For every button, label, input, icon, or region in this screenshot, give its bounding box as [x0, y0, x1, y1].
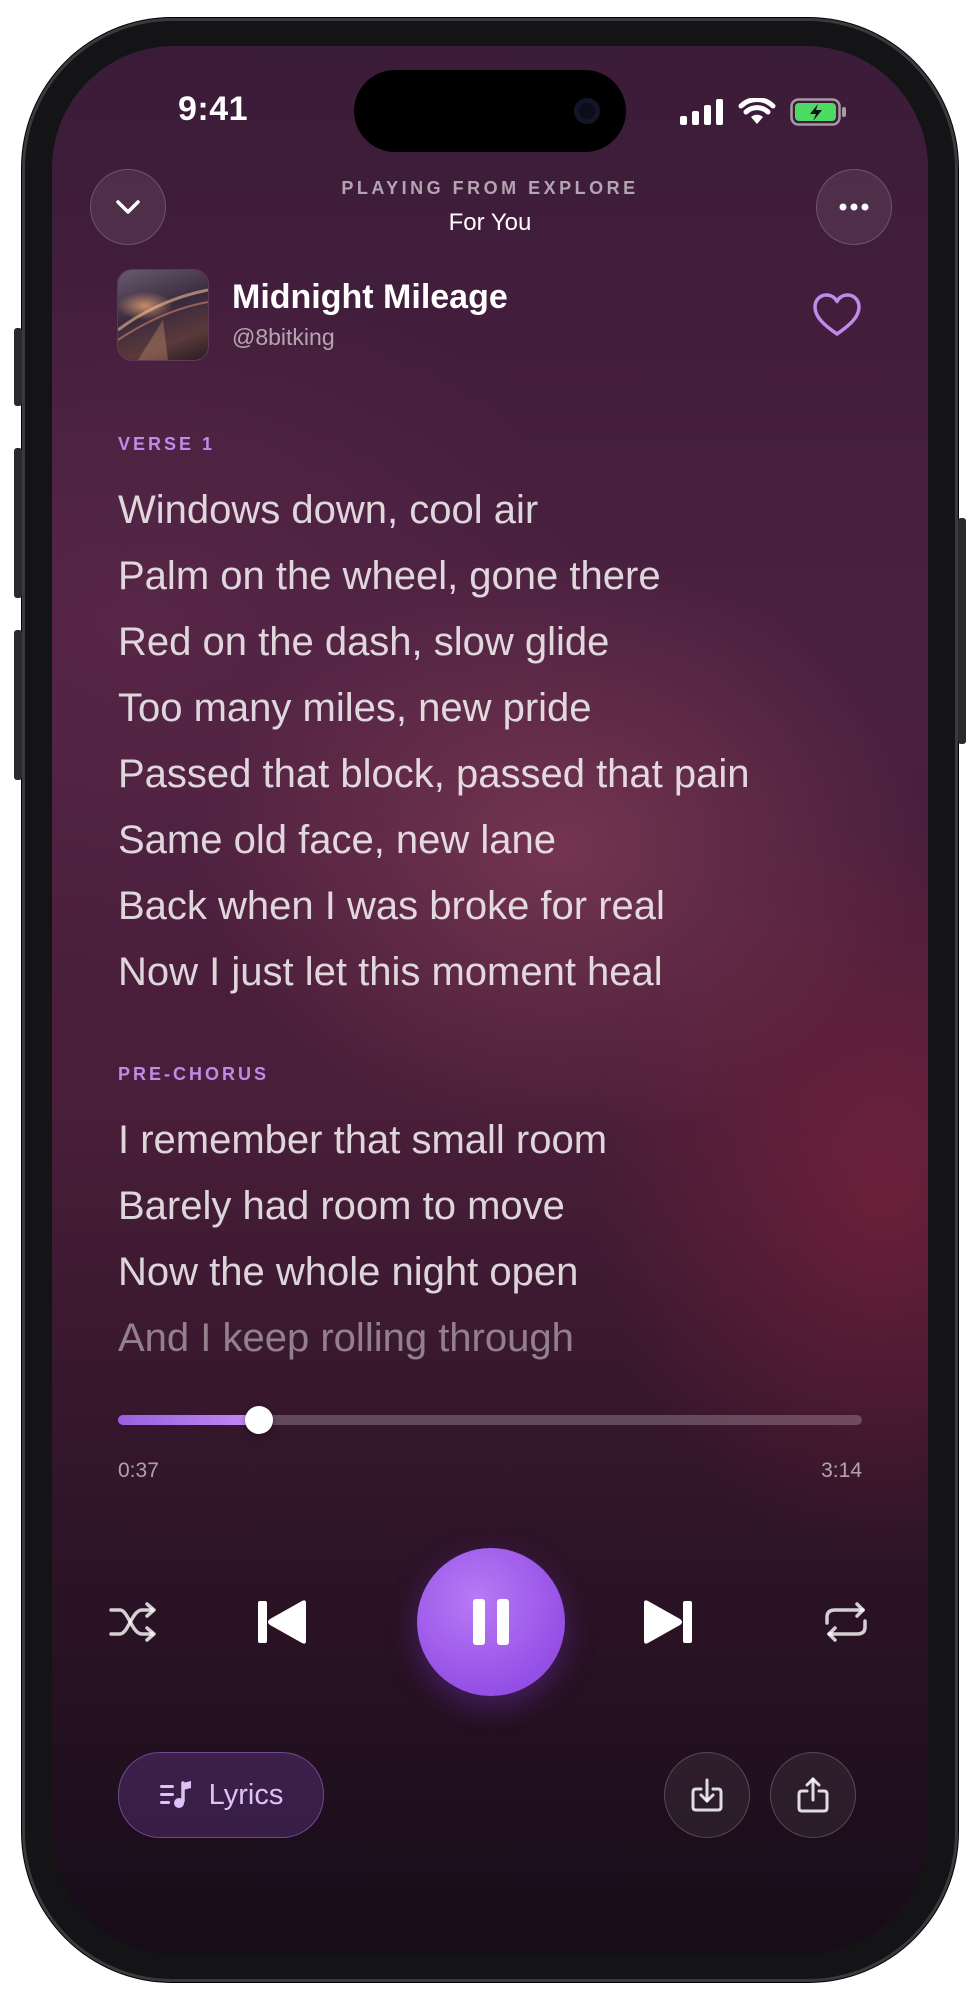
previous-button[interactable] [250, 1590, 314, 1654]
lyric-line[interactable]: Now the whole night open [118, 1250, 578, 1295]
download-button[interactable] [664, 1752, 750, 1838]
album-art-image [118, 288, 208, 360]
volume-up-button [14, 448, 22, 598]
share-icon [797, 1777, 829, 1813]
progress-fill [118, 1415, 260, 1425]
action-button [14, 328, 22, 406]
playing-context: PLAYING FROM EXPLORE For You [52, 178, 928, 237]
lyric-line[interactable]: Barely had room to move [118, 1184, 565, 1229]
pause-button[interactable] [417, 1548, 565, 1696]
lyrics-button-label: Lyrics [208, 1778, 284, 1811]
next-icon [644, 1600, 692, 1644]
track-info: Midnight Mileage @8bitking [118, 270, 862, 362]
more-options-button[interactable] [816, 169, 892, 245]
status-time: 9:41 [178, 90, 249, 128]
lyrics-section-label: VERSE 1 [118, 434, 216, 454]
battery-charging-icon [790, 98, 846, 126]
shuffle-button[interactable] [106, 1594, 162, 1650]
repeat-icon [825, 1602, 867, 1642]
lyric-line[interactable]: Passed that block, passed that pain [118, 752, 750, 797]
lyrics-button[interactable]: Lyrics [118, 1752, 324, 1838]
album-art[interactable] [118, 270, 208, 360]
next-button[interactable] [636, 1590, 700, 1654]
status-icons [680, 98, 848, 126]
lyric-line[interactable]: Too many miles, new pride [118, 686, 592, 731]
front-camera [574, 98, 600, 124]
track-title: Midnight Mileage [232, 278, 508, 316]
progress-knob[interactable] [245, 1406, 274, 1434]
total-duration: 3:14 [821, 1459, 862, 1482]
context-label: PLAYING FROM EXPLORE [341, 178, 639, 198]
lyric-line[interactable]: Now I just let this moment heal [118, 950, 663, 995]
lyrics-section-label: PRE-CHORUS [118, 1064, 270, 1084]
lyric-line[interactable]: Red on the dash, slow glide [118, 620, 609, 665]
pause-icon [473, 1599, 509, 1645]
now-playing-screen: 9:41 PLAYING FROM EXPLORE For You Midnig… [52, 46, 928, 1954]
previous-icon [258, 1600, 306, 1644]
heart-icon[interactable] [812, 292, 862, 338]
dynamic-island [354, 70, 626, 152]
wifi-icon [738, 98, 776, 124]
more-dots-icon [839, 203, 869, 211]
repeat-button[interactable] [818, 1594, 874, 1650]
context-title: For You [448, 209, 532, 236]
signal-icon [680, 99, 723, 125]
lyrics-icon [159, 1781, 191, 1808]
download-icon [691, 1778, 723, 1812]
lyric-line[interactable]: Back when I was broke for real [118, 884, 665, 929]
shuffle-icon [109, 1602, 156, 1642]
lyric-line[interactable]: Palm on the wheel, gone there [118, 554, 661, 599]
track-artist[interactable]: @8bitking [232, 324, 335, 351]
lyric-line[interactable]: Same old face, new lane [118, 818, 556, 863]
lyric-line[interactable]: And I keep rolling through [118, 1316, 574, 1361]
volume-down-button [14, 630, 22, 780]
share-button[interactable] [770, 1752, 856, 1838]
progress-slider[interactable] [118, 1406, 862, 1434]
power-button [958, 518, 966, 744]
elapsed-time: 0:37 [118, 1459, 159, 1482]
lyric-line[interactable]: I remember that small room [118, 1118, 607, 1163]
lyric-line[interactable]: Windows down, cool air [118, 488, 538, 533]
